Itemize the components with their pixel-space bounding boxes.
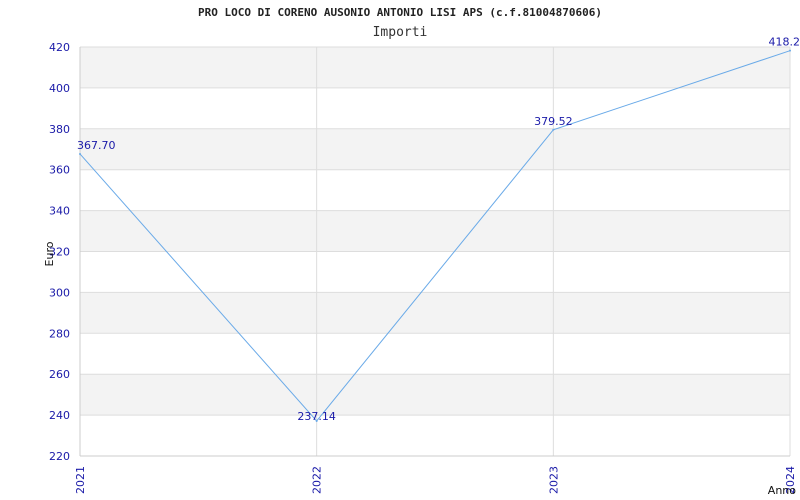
line-chart: 220240260280300320340360380400420 2021 20… [43, 36, 800, 497]
x-axis-label: Anno [768, 484, 796, 497]
x-tick-labels: 2021 2022 2023 2024 [74, 466, 797, 494]
grid-band [80, 128, 790, 170]
grid-band [80, 169, 790, 211]
y-axis-label: Euro [43, 241, 56, 266]
data-label: 237.14 [297, 410, 336, 423]
y-tick-label: 280 [49, 327, 70, 340]
y-tick-label: 340 [49, 205, 70, 218]
y-tick-label: 400 [49, 82, 70, 95]
y-tick-label: 420 [49, 41, 70, 54]
grid-band [80, 251, 790, 293]
grid-band [80, 333, 790, 375]
y-tick-label: 300 [49, 286, 70, 299]
y-tick-label: 240 [49, 409, 70, 422]
grid-band [80, 87, 790, 129]
x-tick-label: 2022 [311, 466, 324, 494]
x-tick-label: 2023 [547, 466, 560, 494]
grid-band [80, 47, 790, 88]
data-label: 418.2 [769, 36, 800, 49]
grid-band [80, 292, 790, 334]
y-tick-label: 220 [49, 450, 70, 463]
grid-band [80, 210, 790, 252]
grid-band [80, 415, 790, 456]
y-tick-label: 360 [49, 164, 70, 177]
grid-band [80, 374, 790, 416]
x-tick-label: 2021 [74, 466, 87, 494]
y-tick-label: 380 [49, 123, 70, 136]
data-label: 379.52 [534, 115, 573, 128]
data-point [79, 152, 81, 155]
data-point [552, 128, 555, 131]
data-point [789, 49, 791, 52]
data-label: 367.70 [77, 139, 116, 152]
y-tick-label: 260 [49, 368, 70, 381]
